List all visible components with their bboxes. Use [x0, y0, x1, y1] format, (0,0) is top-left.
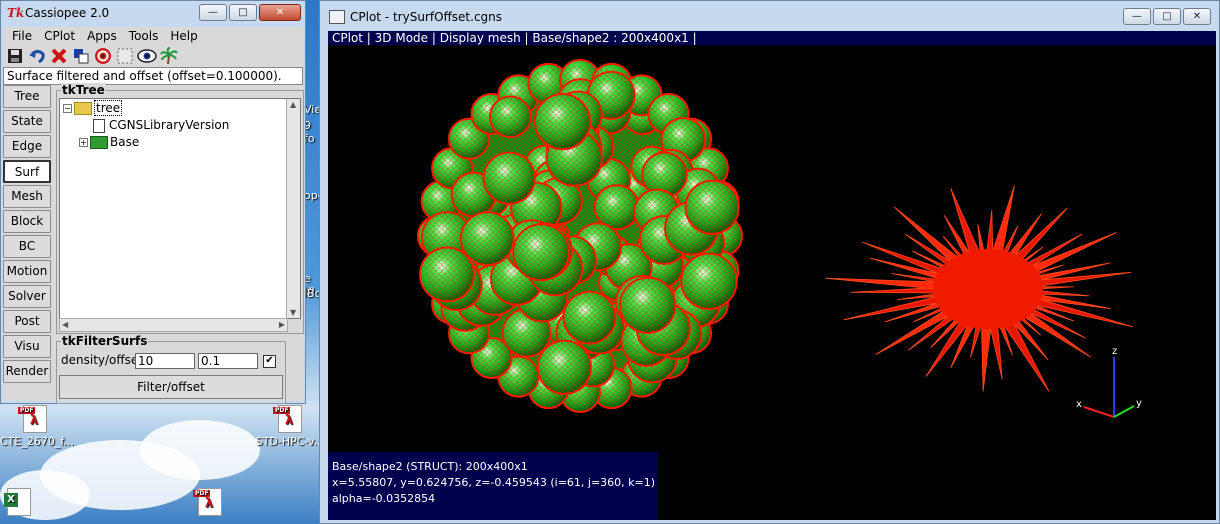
tree-node-label: Base	[110, 135, 140, 149]
cplot-point-info: Base/shape2 (STRUCT): 200x400x1 x=5.5580…	[328, 452, 658, 520]
maximize-button[interactable]: □	[229, 4, 257, 21]
offset-input[interactable]: 0.1	[198, 353, 258, 369]
side-button-mesh[interactable]: Mesh	[3, 185, 51, 208]
side-button-block[interactable]: Block	[3, 210, 51, 233]
toolbar	[3, 45, 303, 67]
offset-checkbox[interactable]: ✔	[263, 355, 276, 368]
undo-icon[interactable]	[27, 46, 47, 66]
collapse-icon[interactable]: −	[63, 104, 72, 113]
expand-icon[interactable]: +	[79, 138, 88, 147]
tkfiltersurfs-panel: tkFilterSurfs density/offset 10 0.1 ✔ Fi…	[56, 334, 286, 404]
info-line-coords: x=5.55807, y=0.624756, z=-0.459543 (i=61…	[332, 476, 656, 489]
cassiopee-window: Tk Cassiopee 2.0 — □ ✕ File CPlot Apps T…	[0, 0, 306, 404]
tree-node-label: CGNSLibraryVersion	[109, 118, 230, 132]
desktop-icon-label: CTE_2670_f...	[0, 435, 74, 448]
density-offset-label: density/offset	[61, 353, 143, 367]
scroll-down-icon[interactable]: ▼	[290, 308, 296, 317]
desktop-icon-pdf-3[interactable]: PDF λ	[190, 488, 230, 518]
scroll-left-icon[interactable]: ◀	[62, 320, 68, 329]
menu-file[interactable]: File	[7, 27, 39, 45]
side-button-surf[interactable]: Surf	[3, 160, 51, 183]
folder-open-icon	[74, 102, 92, 115]
scroll-right-icon[interactable]: ▶	[279, 320, 285, 329]
side-button-post[interactable]: Post	[3, 310, 51, 333]
horizontal-scrollbar[interactable]: ◀ ▶	[59, 318, 288, 332]
folder-icon	[90, 136, 108, 149]
axis-z-label: z	[1112, 346, 1117, 357]
tree-node-cgnslibraryversion[interactable]: CGNSLibraryVersion	[93, 118, 229, 133]
delete-icon[interactable]	[49, 46, 69, 66]
menu-help[interactable]: Help	[165, 27, 204, 45]
maximize-button[interactable]: □	[1153, 8, 1181, 25]
tree-node-root[interactable]: − tree	[63, 100, 123, 116]
axis-y-label: y	[1136, 398, 1142, 409]
minimize-button[interactable]: —	[199, 4, 227, 21]
excel-file-icon: X	[4, 488, 31, 516]
cloud	[140, 420, 260, 480]
axis-triad: z x y	[1076, 346, 1142, 418]
info-line-zone: Base/shape2 (STRUCT): 200x400x1	[332, 460, 528, 473]
side-button-tree[interactable]: Tree	[3, 85, 51, 108]
axis-x-label: x	[1076, 399, 1082, 410]
copy-icon[interactable]	[71, 46, 91, 66]
status-bar: Surface filtered and offset (offset=0.10…	[3, 67, 303, 85]
desktop-partial-label: lBo	[304, 287, 319, 300]
tree-node-base[interactable]: + Base	[79, 135, 139, 149]
menu-tools[interactable]: Tools	[124, 27, 166, 45]
tree-view[interactable]: − tree CGNSLibraryVersion + Base ▲ ▼	[59, 98, 301, 319]
desktop-icon-pdf-1[interactable]: PDF λ CTE_2670_f...	[0, 405, 74, 448]
filter-offset-button[interactable]: Filter/offset	[59, 375, 283, 399]
close-button[interactable]: ✕	[259, 4, 301, 21]
vertical-scrollbar[interactable]: ▲ ▼	[286, 99, 300, 318]
tree-node-label: tree	[94, 100, 123, 116]
cplot-window: CPlot - trySurfOffset.cgns — □ ✕ CPlot |…	[319, 0, 1220, 524]
title-bar[interactable]: Tk Cassiopee 2.0 — □ ✕	[1, 1, 305, 27]
bumpy-sphere	[417, 59, 743, 413]
density-input[interactable]: 10	[135, 353, 195, 369]
desktop-partial-label: 9 fo	[304, 119, 315, 145]
window-title: CPlot - trySurfOffset.cgns	[350, 10, 503, 24]
save-icon[interactable]	[5, 46, 25, 66]
desktop-icon-excel[interactable]: X	[4, 488, 34, 516]
side-button-bc[interactable]: BC	[3, 235, 51, 258]
select-icon[interactable]	[115, 46, 135, 66]
menu-cplot[interactable]: CPlot	[39, 27, 82, 45]
side-button-visu[interactable]: Visu	[3, 335, 51, 358]
panel-title: tkFilterSurfs	[61, 334, 149, 348]
info-line-alpha: alpha=-0.0352854	[332, 492, 436, 505]
palm-icon[interactable]	[159, 46, 179, 66]
title-bar[interactable]: CPlot - trySurfOffset.cgns — □ ✕	[320, 1, 1219, 31]
side-button-render[interactable]: Render	[3, 360, 51, 383]
close-button[interactable]: ✕	[1183, 8, 1211, 25]
fit-view-icon[interactable]	[93, 46, 113, 66]
pdf-file-icon: PDF λ	[193, 488, 222, 516]
menu-apps[interactable]: Apps	[82, 27, 124, 45]
menu-bar: File CPlot Apps Tools Help	[3, 27, 303, 45]
desktop-partial-label: Vie	[304, 103, 319, 116]
panel-title: tkTree	[61, 83, 106, 97]
side-button-column: Tree State Edge Surf Mesh Block BC Motio…	[3, 85, 53, 385]
desktop-icon-label: STD-HPC-v...	[255, 435, 325, 448]
minimize-button[interactable]: —	[1123, 8, 1151, 25]
side-button-motion[interactable]: Motion	[3, 260, 51, 283]
desktop-icon-pdf-2[interactable]: PDF λ STD-HPC-v...	[255, 405, 325, 448]
side-button-solver[interactable]: Solver	[3, 285, 51, 308]
document-icon	[93, 118, 105, 133]
3d-viewport[interactable]: CPlot | 3D Mode | Display mesh | Base/sh…	[328, 31, 1216, 520]
side-button-edge[interactable]: Edge	[3, 135, 51, 158]
spiky-star-shape	[825, 185, 1134, 392]
tktree-panel: tkTree − tree CGNSLibraryVersion + Base ▲ …	[56, 83, 304, 334]
desktop-partial-label: ope	[304, 189, 319, 202]
scroll-up-icon[interactable]: ▲	[290, 100, 296, 109]
pdf-file-icon: PDF λ	[18, 405, 47, 433]
side-button-state[interactable]: State	[3, 110, 51, 133]
tk-logo-icon: Tk	[7, 6, 25, 20]
pdf-file-icon: PDF λ	[273, 405, 302, 433]
window-icon	[329, 10, 345, 24]
eye-icon[interactable]	[137, 46, 157, 66]
render-scene: z x y	[417, 59, 1142, 418]
window-title: Cassiopee 2.0	[25, 6, 110, 20]
